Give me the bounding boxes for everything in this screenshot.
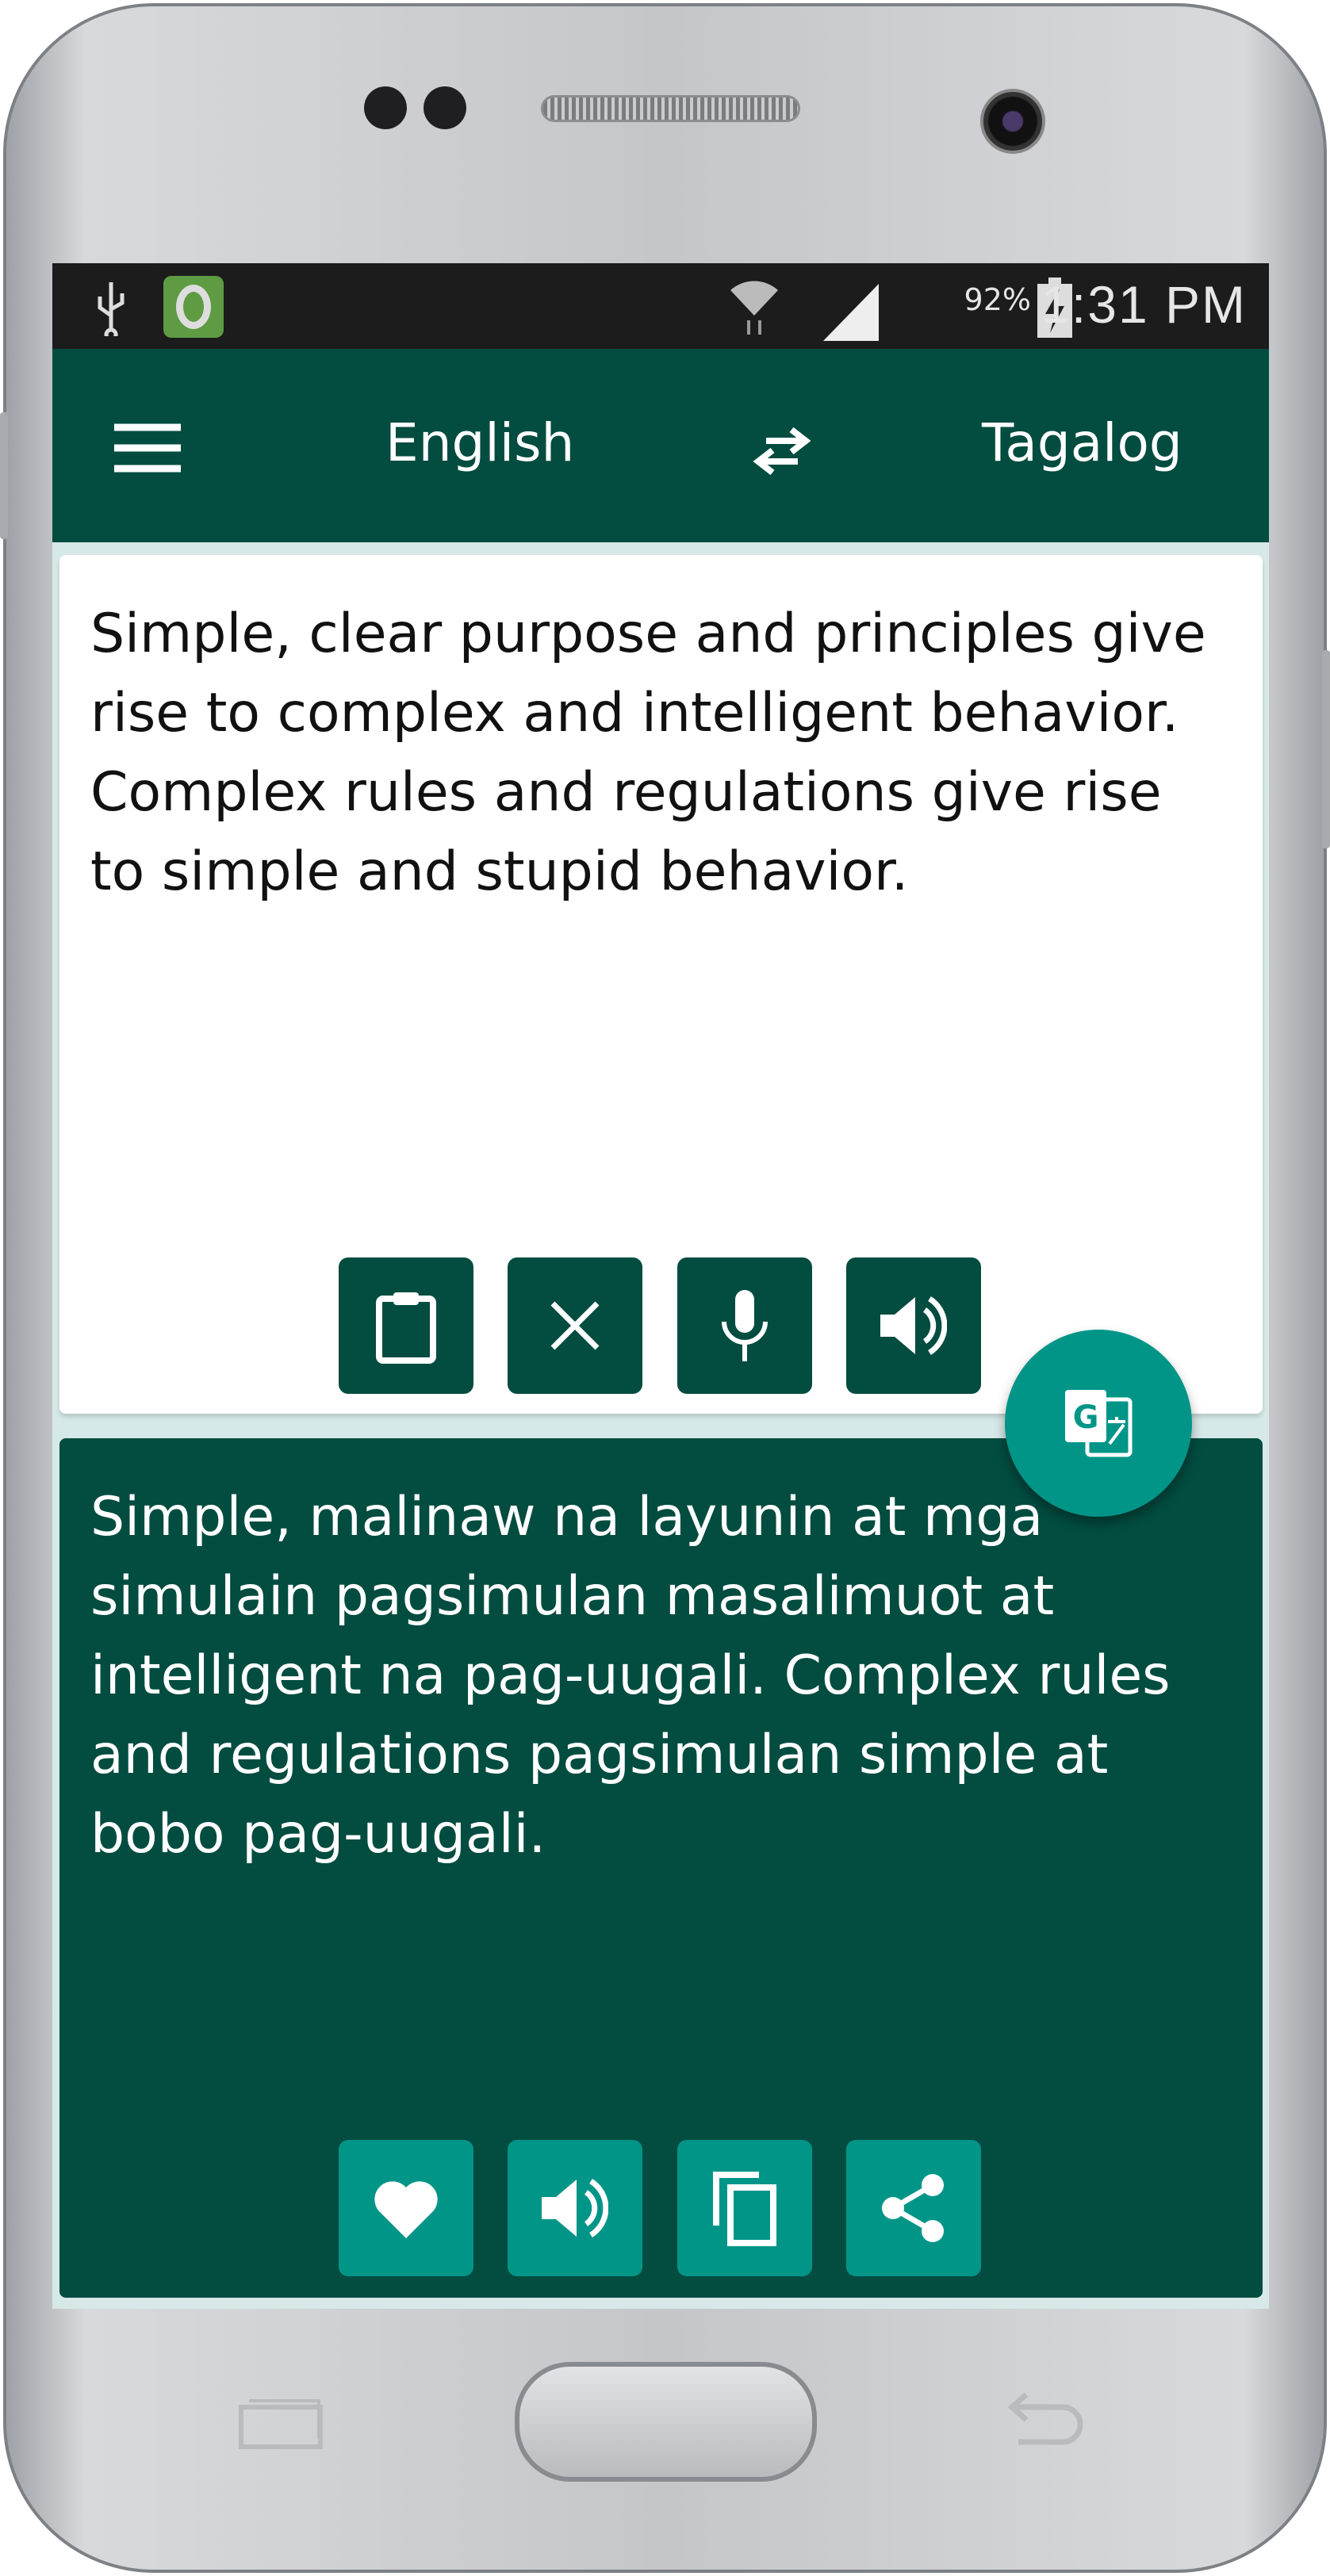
output-text: Simple, malinaw na layunin at mga simula…: [90, 1486, 1171, 1866]
source-language[interactable]: English: [385, 412, 574, 473]
back-icon[interactable]: [999, 2391, 1087, 2447]
swap-icon[interactable]: [750, 425, 814, 476]
output-card: Simple, malinaw na layunin at mga simula…: [59, 1438, 1263, 2298]
battery-percent: 92%: [964, 282, 1031, 317]
share-icon: [882, 2174, 944, 2242]
wifi-icon: [730, 281, 778, 335]
sensor: [424, 86, 466, 129]
screen: 92% 1:31 PM English Tagalog Simple, clea…: [52, 263, 1269, 2309]
speak-input-button[interactable]: [846, 1257, 981, 1394]
volume-button: [0, 412, 8, 539]
favorite-button[interactable]: [339, 2140, 473, 2276]
sensor: [364, 86, 407, 129]
microphone-icon: [722, 1290, 768, 1361]
earpiece-speaker: [541, 95, 800, 122]
copy-button[interactable]: [677, 2140, 812, 2276]
signal-icon: [823, 284, 879, 341]
clock: 1:31 PM: [1041, 275, 1247, 334]
clear-button[interactable]: [508, 1257, 642, 1394]
speaker-icon: [880, 1296, 947, 1355]
copy-icon: [713, 2172, 776, 2246]
speaker-icon: [542, 2179, 608, 2237]
paste-icon: [376, 1292, 436, 1364]
power-button: [1322, 650, 1330, 848]
microphone-button[interactable]: [677, 1257, 812, 1394]
app-notification-icon: [163, 276, 224, 338]
usb-icon: [98, 282, 125, 336]
front-camera: [980, 89, 1045, 154]
paste-button[interactable]: [339, 1257, 473, 1394]
clear-icon: [550, 1301, 600, 1350]
target-language[interactable]: Tagalog: [982, 412, 1182, 473]
menu-icon[interactable]: [114, 423, 181, 473]
share-button[interactable]: [846, 2140, 981, 2276]
svg-text:G: G: [1073, 1399, 1099, 1436]
input-card: Simple, clear purpose and principles giv…: [59, 555, 1263, 1414]
google-translate-icon: G: [1065, 1390, 1133, 1457]
input-text[interactable]: Simple, clear purpose and principles giv…: [90, 595, 1231, 912]
heart-icon: [374, 2181, 438, 2238]
status-bar: 92% 1:31 PM: [52, 263, 1269, 349]
app-bar: English Tagalog: [52, 349, 1269, 542]
speak-output-button[interactable]: [508, 2140, 642, 2276]
recent-apps-icon[interactable]: [238, 2394, 325, 2450]
translate-button[interactable]: G: [1005, 1330, 1192, 1517]
home-button[interactable]: [515, 2362, 817, 2482]
